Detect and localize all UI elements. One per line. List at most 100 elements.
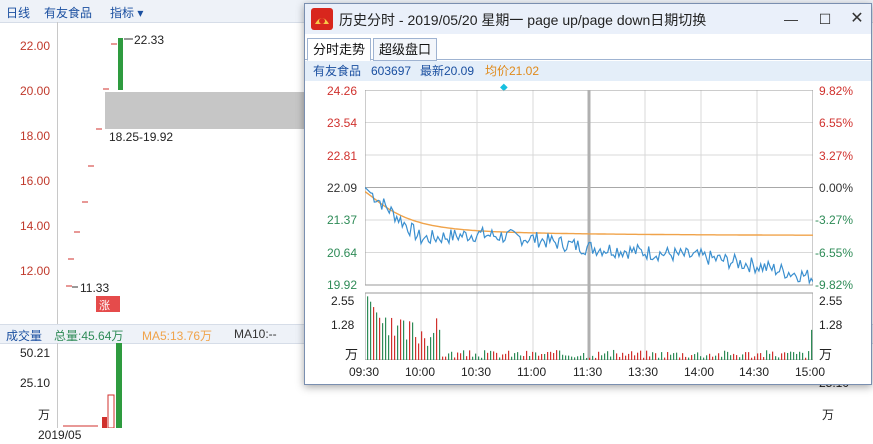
volume-bar	[490, 350, 492, 360]
volume-bar	[394, 335, 396, 360]
volume-bar	[700, 356, 702, 360]
volume-bar	[613, 349, 615, 360]
volume-bar	[760, 353, 762, 360]
volume-bar	[499, 357, 501, 360]
volume-bar	[466, 356, 468, 360]
volume-bar	[727, 351, 729, 360]
volume-bar	[640, 350, 642, 360]
stock-name: 有友食品	[313, 64, 362, 78]
volume-bar	[721, 356, 723, 360]
volume-bar	[472, 356, 474, 360]
price-tick: 16.00	[20, 174, 51, 188]
volume-bar	[766, 350, 768, 360]
volume-bar	[478, 356, 480, 360]
volume-bar	[547, 352, 549, 360]
volume-title[interactable]: 成交量	[6, 327, 42, 344]
volume-bar	[646, 350, 648, 360]
volume-bar	[436, 318, 438, 360]
volume-tick: 2.55	[331, 294, 355, 308]
volume-bar	[514, 353, 516, 360]
low-price-label: 11.33	[80, 281, 110, 295]
stock-info-bar: 有友食品 603697 最新20.09 均价21.02	[305, 61, 871, 81]
pct-tick: 6.55%	[819, 116, 854, 130]
time-tick: 11:30	[573, 365, 603, 379]
volume-bar	[586, 357, 588, 360]
time-tick: 10:30	[461, 365, 492, 379]
volume-bar	[385, 317, 387, 360]
latest-price: 最新20.09	[420, 64, 475, 78]
volume-bar	[724, 350, 726, 360]
volume-bar	[655, 353, 657, 360]
volume-bar	[604, 353, 606, 360]
volume-bar	[544, 354, 546, 360]
volume-bar	[406, 339, 408, 360]
volume-bar	[607, 351, 609, 360]
volume-bar	[730, 355, 732, 360]
volume-bar	[709, 353, 711, 360]
volume-bar	[409, 321, 411, 360]
volume-bar	[643, 357, 645, 360]
daily-tab[interactable]: 日线	[6, 4, 30, 21]
volume-bar	[451, 351, 453, 360]
rise-badge: 涨	[99, 300, 110, 312]
volume-bar	[661, 352, 663, 360]
high-price-label: 22.33	[134, 33, 165, 47]
volume-bar	[628, 353, 630, 360]
volume-bar	[772, 351, 774, 360]
chevron-down-icon: ▾	[137, 6, 144, 20]
volume-bar	[424, 338, 426, 360]
volume-bar	[391, 317, 393, 360]
price-tick: 22.00	[20, 39, 51, 53]
close-icon[interactable]: ✕	[845, 7, 869, 31]
volume-bar	[505, 353, 507, 360]
vol-unit: 万	[38, 408, 51, 422]
intraday-chart	[365, 90, 813, 360]
volume-bar	[796, 353, 798, 360]
price-tick: 20.00	[20, 84, 51, 98]
volume-bar	[622, 352, 624, 360]
volume-bar	[685, 356, 687, 360]
volume-bar	[667, 352, 669, 360]
volume-bar	[673, 353, 675, 360]
volume-bar	[580, 355, 582, 360]
volume-bar	[745, 352, 747, 360]
indicator-menu[interactable]: 指标 ▾	[110, 4, 143, 21]
maximize-icon[interactable]: ☐	[813, 7, 837, 31]
volume-bar	[370, 301, 372, 360]
volume-bar	[511, 356, 513, 360]
time-tick: 13:30	[628, 365, 659, 379]
volume-bar	[805, 357, 807, 360]
price-tick: 22.81	[327, 149, 358, 163]
volume-bar	[790, 351, 792, 360]
volume-bar	[616, 353, 618, 360]
volume-bar	[463, 350, 465, 360]
volume-bar	[736, 355, 738, 360]
volume-bar	[397, 325, 399, 360]
volume-bar	[535, 352, 537, 360]
kline-chart	[66, 38, 304, 312]
volume-unit-right: 万	[819, 347, 833, 362]
volume-bar	[556, 350, 558, 360]
window-titlebar[interactable]: 历史分时 - 2019/05/20 星期一 page up/page down日…	[305, 4, 871, 34]
tab-intraday-trend[interactable]: 分时走势	[307, 38, 372, 61]
volume-bar	[739, 357, 741, 360]
price-tick: 19.92	[327, 278, 358, 292]
volume-bar	[526, 350, 528, 360]
volume-bar	[703, 357, 705, 360]
volume-bar	[430, 337, 432, 360]
volume-bar	[775, 356, 777, 360]
price-axis: 22.00 20.00 18.00 16.00 14.00 12.00	[0, 22, 56, 322]
minimize-icon[interactable]: —	[779, 7, 803, 31]
volume-bar	[637, 352, 639, 360]
volume-bar	[652, 352, 654, 360]
volume-bar	[571, 356, 573, 360]
price-tick: 24.26	[327, 84, 358, 98]
time-tick: 15:00	[795, 365, 826, 379]
time-tick: 14:00	[684, 365, 715, 379]
price-range-label: 18.25-19.92	[109, 130, 174, 144]
tab-super-order-book[interactable]: 超级盘口	[373, 38, 438, 61]
price-tick: 23.54	[327, 116, 358, 130]
volume-bar	[433, 332, 435, 360]
volume-bar	[415, 337, 417, 360]
stock-name-tab[interactable]: 有友食品	[44, 4, 92, 21]
